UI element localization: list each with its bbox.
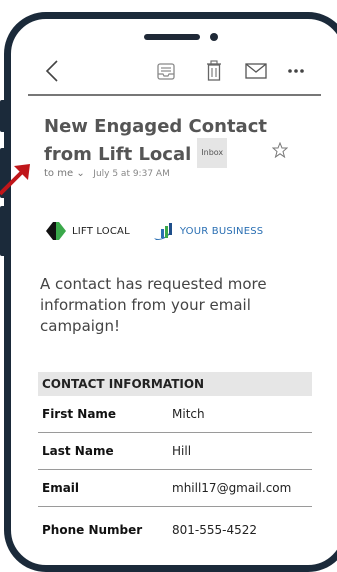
logo-strip: LIFT LOCAL YOUR BUSINESS <box>44 220 263 242</box>
star-icon[interactable] <box>272 142 288 158</box>
table-row: Last Name Hill <box>38 433 312 470</box>
phone-side-button <box>0 206 6 256</box>
red-arrow-icon <box>0 164 30 196</box>
archive-icon[interactable] <box>152 56 180 86</box>
speaker-notch <box>144 34 200 40</box>
table-row: First Name Mitch <box>38 396 312 433</box>
lift-local-logo-icon <box>46 222 66 240</box>
field-label: Phone Number <box>42 523 143 537</box>
phone-link[interactable]: 801-555-4522 <box>172 523 257 537</box>
your-business-logo-text: YOUR BUSINESS <box>179 225 264 237</box>
table-row: Phone Number 801-555-4522 <box>38 512 312 548</box>
your-business-logo-icon <box>153 223 172 240</box>
chevron-down-icon: ⌄ <box>76 168 85 179</box>
email-link[interactable]: mhill17@gmail.com <box>172 481 291 495</box>
more-icon[interactable] <box>282 56 310 86</box>
toolbar-divider <box>28 94 321 96</box>
email-date: July 5 at 9:37 AM <box>93 169 170 179</box>
back-chevron-icon[interactable] <box>38 56 66 86</box>
email-body-message: A contact has requested more information… <box>40 275 267 335</box>
field-label: Email <box>42 481 80 495</box>
field-label: First Name <box>42 407 117 421</box>
contact-info-header: CONTACT INFORMATION <box>38 372 312 396</box>
inbox-badge[interactable]: Inbox <box>197 138 228 168</box>
recipient-dropdown[interactable]: to me ⌄ <box>44 168 85 179</box>
field-value: Mitch <box>172 407 205 421</box>
field-label: Last Name <box>42 444 114 458</box>
email-meta: to me ⌄ July 5 at 9:37 AM <box>44 168 170 179</box>
field-value: Hill <box>172 444 192 458</box>
table-row: Email mhill17@gmail.com <box>38 470 312 507</box>
email-toolbar <box>30 56 337 90</box>
camera-dot <box>210 33 218 41</box>
mail-icon[interactable] <box>242 56 270 86</box>
lift-local-logo-text: LIFT LOCAL <box>72 225 130 237</box>
phone-side-button <box>0 100 6 132</box>
trash-icon[interactable] <box>200 56 228 86</box>
subject-text: New Engaged Contact from Lift Local <box>44 116 267 165</box>
